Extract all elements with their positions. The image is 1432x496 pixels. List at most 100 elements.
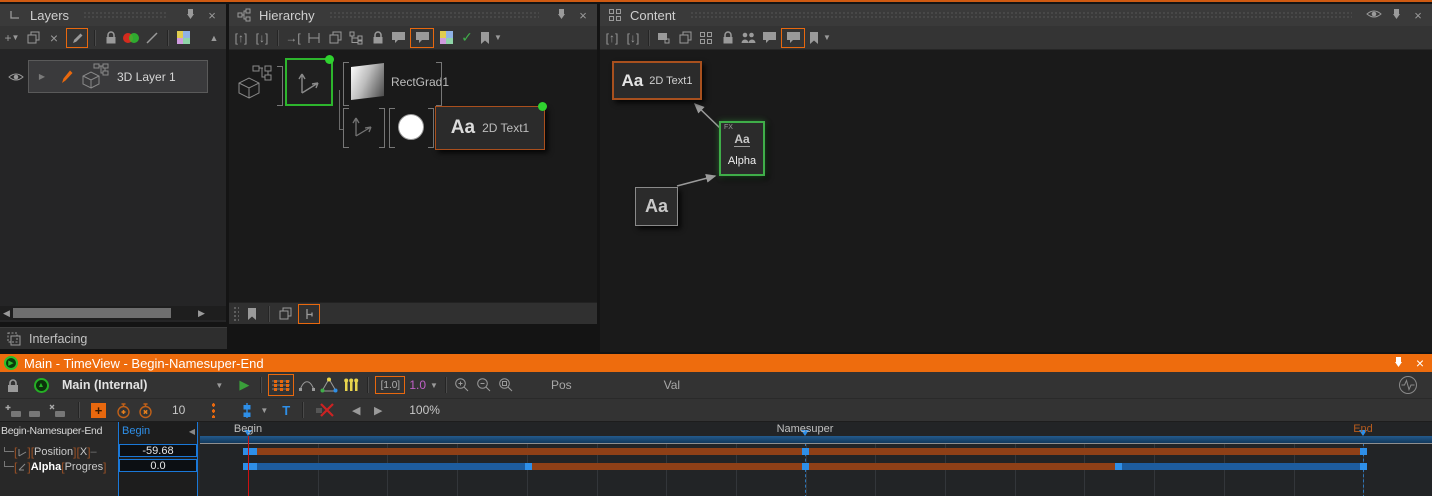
alpha-progress-value-field[interactable]: 0.0 [119, 459, 197, 472]
track-node-name[interactable]: Position [34, 446, 73, 458]
play-button[interactable]: ▶ [235, 376, 253, 394]
time-cursor-mode-icon[interactable]: T [282, 403, 290, 418]
text2d-node[interactable]: Aa 2D Text1 [435, 106, 545, 150]
insert-before-button[interactable]: →[ [284, 29, 302, 47]
track-group-label[interactable]: Begin-Namesuper-End [1, 425, 117, 437]
track-bar[interactable] [245, 463, 528, 470]
delete-layer-button[interactable]: × [45, 29, 63, 47]
axis-node-selected[interactable] [285, 58, 333, 106]
interpolation-dropdown-arrow[interactable]: ▼ [260, 406, 268, 415]
scene-state-icon[interactable]: ▲ [32, 376, 50, 394]
close-icon[interactable]: × [204, 8, 220, 23]
horizontal-scrollbar[interactable]: ◀ ▶ [0, 306, 226, 320]
zoom-in-icon[interactable] [453, 376, 471, 394]
zoom-out-icon[interactable] [475, 376, 493, 394]
snap-value[interactable]: 10 [172, 403, 185, 417]
insert-between-button[interactable] [305, 29, 323, 47]
alpha-effect-node[interactable]: FX Aa Alpha [719, 121, 765, 176]
bookmark-button[interactable]: ▼ [479, 29, 502, 47]
content-graph[interactable]: Aa 2D Text1 FX Aa Alpha Aa [600, 50, 1432, 352]
pin-icon[interactable] [1390, 356, 1406, 371]
zoom-fit-icon[interactable] [497, 376, 515, 394]
trigger-view-toggle[interactable] [320, 376, 338, 394]
key-interpolation-icon[interactable] [238, 401, 256, 419]
track-row-alpha[interactable]: [ ] Alpha [ Progres ] [0, 460, 118, 473]
grid-view-button[interactable] [697, 29, 715, 47]
track-param-name[interactable]: X [80, 446, 87, 458]
keyframe[interactable] [1360, 463, 1367, 470]
timeline-canvas[interactable]: BeginNamesuperEnd [0, 422, 1432, 496]
bookmark-icon[interactable] [243, 305, 261, 323]
collapse-column-arrow[interactable]: ◀ [189, 427, 195, 436]
keyframe[interactable] [802, 463, 809, 470]
playhead-cursor[interactable] [248, 436, 249, 496]
options-drag-handle[interactable] [211, 402, 216, 418]
validate-check-icon[interactable]: ✓ [458, 29, 476, 47]
pin-icon[interactable] [553, 8, 569, 23]
collapse-panel-button[interactable]: ▲ [205, 29, 223, 47]
markers-view-toggle[interactable] [342, 376, 360, 394]
layer-row-3d-layer-1[interactable]: ▶ 3D Layer 1 [28, 60, 208, 93]
bookmark-button[interactable]: ▼ [808, 29, 831, 47]
text-source-node[interactable]: Aa [635, 187, 678, 226]
timeline-ruler-bar[interactable] [200, 436, 1432, 443]
move-down-button[interactable]: [↓] [253, 29, 271, 47]
interfacing-tab[interactable]: Interfacing [0, 327, 227, 349]
rectgrad-node-thumbnail[interactable] [351, 63, 384, 100]
speed-box[interactable]: [1.0] [375, 376, 405, 394]
delete-key-icon[interactable] [48, 401, 66, 419]
keyframe[interactable] [1115, 463, 1122, 470]
color-label-button[interactable] [437, 29, 455, 47]
pin-icon[interactable] [182, 8, 198, 23]
drag-handle[interactable] [233, 306, 239, 322]
duplicate-button[interactable] [676, 29, 694, 47]
keyframe[interactable] [802, 448, 809, 455]
lock-icon[interactable] [4, 376, 22, 394]
mute-keys-icon[interactable] [315, 401, 335, 419]
dopesheet-view-toggle[interactable] [268, 374, 294, 396]
users-icon[interactable] [739, 29, 757, 47]
move-down-button[interactable]: [↓] [624, 29, 642, 47]
eye-icon[interactable] [1366, 8, 1382, 23]
track-bar[interactable] [1121, 463, 1367, 470]
close-icon[interactable]: × [1410, 8, 1426, 23]
track-row-position[interactable]: [ ] [ Position ] [ X ] – [0, 445, 118, 458]
lock-button[interactable] [718, 29, 736, 47]
scene-dropdown-arrow[interactable]: ▼ [215, 381, 223, 390]
visibility-eye-icon[interactable] [7, 68, 25, 86]
move-up-button[interactable]: [↑] [603, 29, 621, 47]
cursor-column-label[interactable]: Begin [122, 425, 150, 437]
subtree-icon-button[interactable] [347, 29, 365, 47]
content-titlebar[interactable]: Content × [600, 4, 1432, 26]
duplicate-layer-button[interactable] [24, 29, 42, 47]
position-x-value-field[interactable]: -59.68 [119, 444, 197, 457]
lock-layer-button[interactable] [101, 29, 119, 47]
branch-mode-toggle[interactable] [298, 304, 320, 324]
color-label-button[interactable] [174, 29, 192, 47]
stopwatch-add-icon[interactable] [114, 401, 132, 419]
expand-arrow-icon[interactable]: ▶ [33, 68, 51, 86]
keyframe[interactable] [250, 463, 257, 470]
activity-monitor-icon[interactable] [1398, 376, 1418, 394]
curve-view-toggle[interactable] [298, 376, 316, 394]
close-icon[interactable]: × [1412, 355, 1428, 371]
scroll-right-arrow[interactable]: ▶ [195, 308, 208, 319]
content-text2d-node[interactable]: Aa 2D Text1 [612, 61, 702, 100]
scene-selector[interactable]: Main (Internal) [62, 378, 147, 392]
add-keyframe-button[interactable]: + [91, 403, 106, 418]
layers-titlebar[interactable]: Layers × [0, 4, 226, 26]
speed-value[interactable]: 1.0 [409, 378, 426, 392]
duplicate-node-button[interactable] [326, 29, 344, 47]
axis-node-icon[interactable] [349, 112, 377, 140]
stopwatch-remove-icon[interactable] [136, 401, 154, 419]
timeview-titlebar[interactable]: ▶ Main - TimeView - Begin-Namesuper-End … [0, 354, 1432, 372]
scrollbar-thumb[interactable] [13, 308, 171, 318]
track-param-name[interactable]: Progres [65, 461, 104, 473]
key-icon[interactable] [26, 401, 44, 419]
slash-icon[interactable] [143, 29, 161, 47]
hierarchy-graph[interactable]: RectGrad1 Aa 2D Text1 [229, 50, 597, 324]
next-key-arrow[interactable]: ▶ [369, 401, 387, 419]
keyframe[interactable] [1360, 448, 1367, 455]
pin-icon[interactable] [1388, 8, 1404, 23]
track-bar[interactable] [528, 463, 1121, 470]
